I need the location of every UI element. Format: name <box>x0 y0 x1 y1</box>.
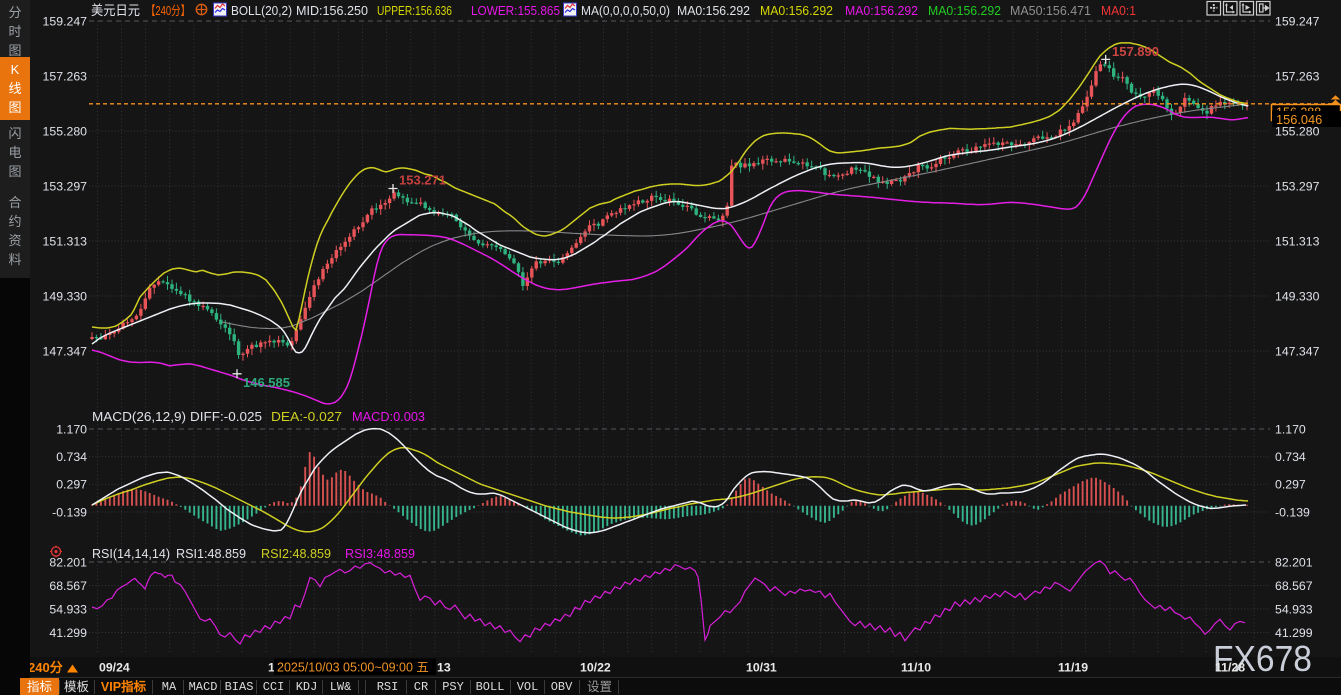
svg-text:151.313: 151.313 <box>1275 234 1320 248</box>
svg-text:MACD(26,12,9): MACD(26,12,9) <box>92 409 186 424</box>
svg-text:11/28: 11/28 <box>1215 661 1245 675</box>
svg-text:1.170: 1.170 <box>1275 422 1306 436</box>
svg-text:159.247: 159.247 <box>43 14 88 28</box>
svg-text:82.201: 82.201 <box>1275 555 1313 569</box>
svg-text:153.297: 153.297 <box>1275 179 1320 193</box>
svg-text:157.890: 157.890 <box>1112 44 1159 59</box>
svg-text:149.330: 149.330 <box>1275 289 1320 303</box>
svg-text:MA0:156.292: MA0:156.292 <box>677 3 750 18</box>
svg-text:68.567: 68.567 <box>1275 579 1313 593</box>
svg-text:【240分】: 【240分】 <box>146 4 190 18</box>
svg-text:11/19: 11/19 <box>1058 661 1088 675</box>
svg-text:MA(0,0,0,0,50,0): MA(0,0,0,0,50,0) <box>581 3 670 18</box>
svg-text:10/31: 10/31 <box>746 661 777 675</box>
svg-text:147.347: 147.347 <box>43 344 88 358</box>
svg-text:DEA:-0.027: DEA:-0.027 <box>271 409 342 424</box>
svg-text:13: 13 <box>437 661 451 675</box>
svg-text:-0.139: -0.139 <box>52 505 87 519</box>
svg-text:MA0:156.292: MA0:156.292 <box>845 3 918 18</box>
svg-text:41.299: 41.299 <box>49 626 87 640</box>
svg-text:0.297: 0.297 <box>1275 478 1306 492</box>
svg-text:1: 1 <box>268 661 275 675</box>
svg-text:UPPER:156.636: UPPER:156.636 <box>377 3 452 18</box>
svg-text:DIFF:-0.025: DIFF:-0.025 <box>190 409 262 424</box>
svg-text:10/22: 10/22 <box>580 661 611 675</box>
svg-text:MA0:1: MA0:1 <box>1101 3 1136 18</box>
svg-text:RSI(14,14,14): RSI(14,14,14) <box>92 546 170 561</box>
svg-text:09/24: 09/24 <box>99 661 130 675</box>
svg-text:147.347: 147.347 <box>1275 344 1320 358</box>
svg-text:RSI3:48.859: RSI3:48.859 <box>345 546 415 561</box>
svg-text:54.933: 54.933 <box>1275 602 1313 616</box>
svg-text:68.567: 68.567 <box>49 579 87 593</box>
svg-text:LOWER:155.865: LOWER:155.865 <box>471 3 560 18</box>
svg-text:RSI2:48.859: RSI2:48.859 <box>261 546 331 561</box>
svg-text:82.201: 82.201 <box>49 555 87 569</box>
svg-text:153.271: 153.271 <box>399 173 446 188</box>
svg-text:MA50:156.471: MA50:156.471 <box>1010 3 1091 18</box>
svg-text:151.313: 151.313 <box>43 234 88 248</box>
svg-text:美元日元: 美元日元 <box>91 3 140 18</box>
svg-text:BOLL(20,2): BOLL(20,2) <box>231 3 292 18</box>
svg-text:11/10: 11/10 <box>901 661 931 675</box>
svg-text:153.297: 153.297 <box>43 179 88 193</box>
svg-text:MA0:156.292: MA0:156.292 <box>760 3 833 18</box>
svg-text:MA0:156.292: MA0:156.292 <box>928 3 1001 18</box>
svg-text:54.933: 54.933 <box>49 602 87 616</box>
svg-text:159.247: 159.247 <box>1275 14 1320 28</box>
svg-text:1.170: 1.170 <box>56 422 87 436</box>
svg-text:0.734: 0.734 <box>56 450 87 464</box>
svg-text:157.263: 157.263 <box>1275 69 1320 83</box>
svg-text:0.297: 0.297 <box>56 478 87 492</box>
svg-text:240分: 240分 <box>28 660 63 675</box>
svg-text:-0.139: -0.139 <box>1275 505 1310 519</box>
svg-text:MACD:0.003: MACD:0.003 <box>352 409 425 424</box>
svg-text:MID:156.250: MID:156.250 <box>296 3 368 18</box>
svg-text:149.330: 149.330 <box>43 289 88 303</box>
svg-text:156.046: 156.046 <box>1276 112 1322 127</box>
svg-text:2025/10/03 05:00~09:00 五: 2025/10/03 05:00~09:00 五 <box>277 661 429 675</box>
svg-text:0.734: 0.734 <box>1275 450 1306 464</box>
svg-text:146.585: 146.585 <box>243 375 290 390</box>
svg-text:155.280: 155.280 <box>43 124 88 138</box>
svg-text:RSI1:48.859: RSI1:48.859 <box>176 546 246 561</box>
svg-text:157.263: 157.263 <box>43 69 88 83</box>
